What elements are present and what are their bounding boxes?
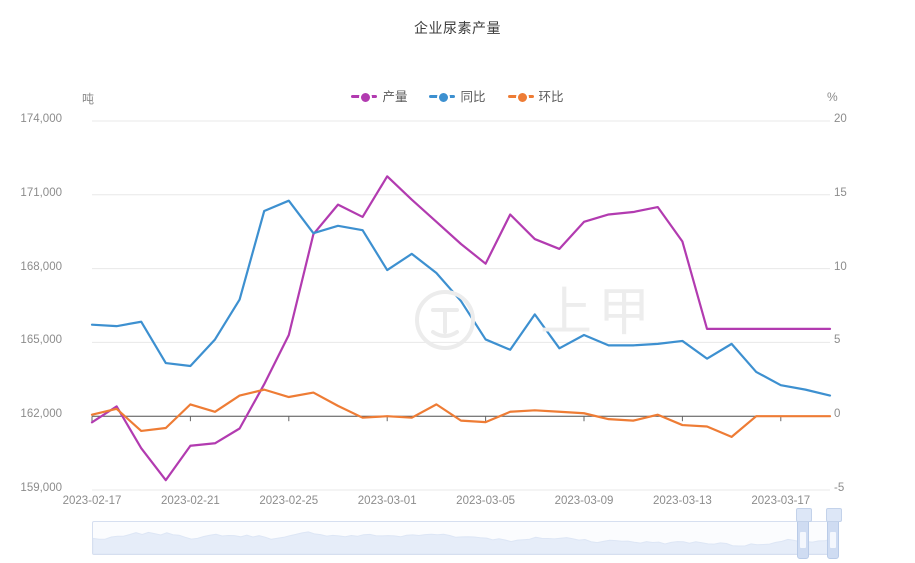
y-axis-right-tick-label: 15 [834,186,847,199]
y-axis-unit-left: 吨 [82,92,95,106]
legend-item-tongbi[interactable]: 同比 [429,86,486,105]
y-axis-left-tick-label: 174,000 [20,113,62,125]
chart-legend: 产量 同比 环比 [0,86,915,105]
x-axis-tick-label: 2023-02-17 [62,495,122,507]
plot-area [90,120,832,491]
y-axis-right-tick-label: 20 [834,113,847,125]
y-axis-left-tick-label: 165,000 [20,334,62,347]
datazoom-handle-left[interactable] [796,508,813,559]
y-axis-right-tick-label: -5 [834,482,845,494]
y-axis-left-tick-label: 159,000 [20,482,62,494]
gridlines [92,120,830,491]
x-axis-tick-label: 2023-03-05 [456,495,516,507]
x-axis-tick-label: 2023-03-01 [357,495,417,507]
datazoom-handle-right[interactable] [826,508,842,559]
y-axis-left-tick-label: 168,000 [20,260,62,273]
x-axis-tick-label: 2023-02-21 [160,495,220,507]
datazoom-preview [93,531,831,554]
y-axis-left-tick-label: 162,000 [20,408,62,421]
legend-label-chanliang: 产量 [382,90,408,104]
y-axis-right-tick-label: 5 [834,334,841,347]
x-axis-tick-label: 2023-03-09 [554,495,614,507]
series-lines [90,175,832,482]
y-axis-unit-right: % [827,90,838,104]
series-line [90,199,832,397]
series-line [90,175,832,482]
legend-item-chanliang[interactable]: 产量 [351,86,407,105]
y-axis-right-tick-label: 0 [834,408,841,421]
chart-title: 企业尿素产量 [414,20,501,36]
datazoom-slider[interactable] [92,508,842,559]
urea-production-chart: 企业尿素产量 产量 同比 环比 吨 % 174,000 171,000 168,00… [0,0,915,563]
legend-label-tongbi: 同比 [460,90,486,104]
legend-label-huanbi: 环比 [538,90,564,104]
legend-item-huanbi[interactable]: 环比 [507,86,564,105]
x-axis-tick-label: 2023-02-25 [259,495,319,507]
legend-marker-tongbi [429,90,456,104]
x-axis-tick-label: 2023-03-13 [652,495,712,507]
y-axis-right-tick-label: 10 [834,260,847,273]
legend-marker-huanbi [507,90,534,104]
legend-marker-chanliang [351,90,378,104]
series-line [90,388,832,438]
y-axis-left-tick-label: 171,000 [20,186,62,199]
x-axis-tick-label: 2023-03-17 [751,495,811,507]
x-axis-tickmarks [91,416,782,422]
